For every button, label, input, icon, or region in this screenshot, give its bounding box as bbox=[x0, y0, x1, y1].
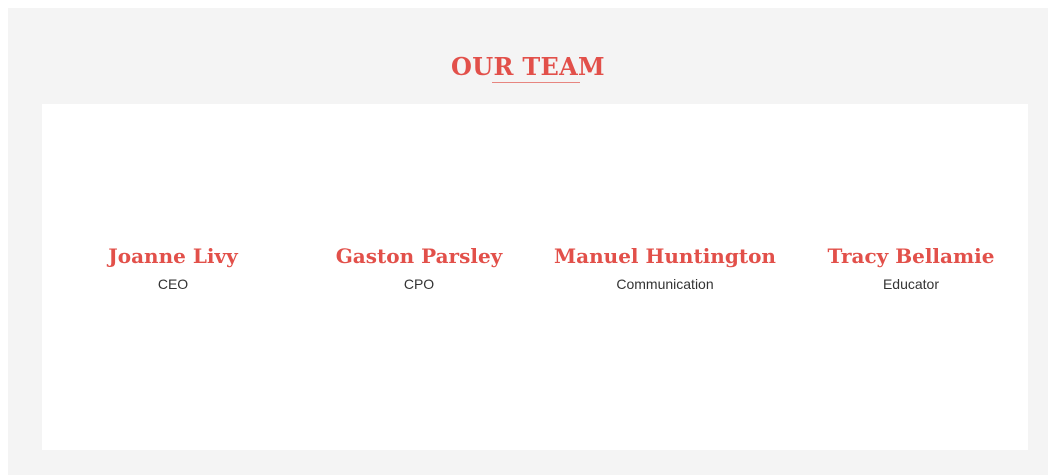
team-section: OUR TEAM Joanne Livy CEO Gaston Parsley … bbox=[8, 8, 1048, 475]
member-role: Educator bbox=[882, 276, 940, 292]
member-role: CPO bbox=[403, 276, 435, 292]
title-underline bbox=[492, 82, 580, 83]
team-member-card: Gaston Parsley CPO bbox=[296, 243, 542, 292]
section-title: OUR TEAM bbox=[451, 52, 605, 81]
member-name: Gaston Parsley bbox=[335, 244, 503, 268]
member-name: Manuel Huntington bbox=[554, 244, 776, 268]
member-name: Tracy Bellamie bbox=[827, 244, 995, 268]
team-member-card: Manuel Huntington Communication bbox=[542, 243, 788, 292]
member-role: CEO bbox=[157, 276, 189, 292]
member-role: Communication bbox=[616, 276, 714, 292]
team-member-card: Joanne Livy CEO bbox=[50, 243, 296, 292]
member-name: Joanne Livy bbox=[108, 244, 238, 268]
team-panel: Joanne Livy CEO Gaston Parsley CPO Manue… bbox=[42, 104, 1028, 450]
team-member-card: Tracy Bellamie Educator bbox=[788, 243, 1034, 292]
